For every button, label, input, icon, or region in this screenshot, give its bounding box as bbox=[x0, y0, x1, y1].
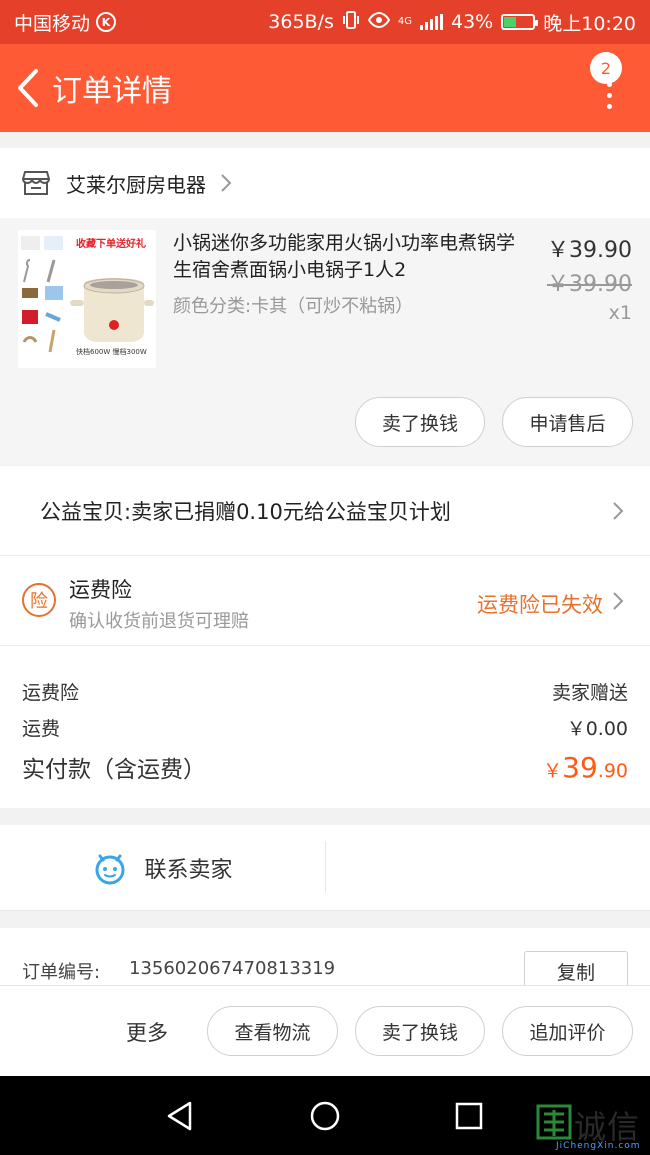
shop-name: 艾莱尔厨房电器 bbox=[66, 172, 206, 197]
contact-seller-button[interactable]: 联系卖家 bbox=[0, 825, 325, 911]
net-speed: 365B/s bbox=[268, 11, 334, 33]
fee-value: ￥0.00 bbox=[566, 718, 628, 740]
add-review-button[interactable]: 追加评价 bbox=[502, 1006, 633, 1056]
view-logistics-button[interactable]: 查看物流 bbox=[207, 1006, 338, 1056]
after-sales-button[interactable]: 申请售后 bbox=[502, 397, 633, 447]
chevron-right-icon bbox=[613, 592, 624, 610]
charity-row[interactable]: 公益宝贝:卖家已捐赠0.10元给公益宝贝计划 bbox=[0, 466, 650, 556]
fee-summary: 运费险 卖家赠送 运费 ￥0.00 实付款（含运费） ￥39.90 bbox=[0, 646, 650, 808]
watermark-url: JiChengXin.com bbox=[556, 1141, 641, 1151]
total-currency: ￥ bbox=[543, 760, 563, 782]
shop-row[interactable]: 艾莱尔厨房电器 bbox=[0, 148, 650, 218]
more-actions-button[interactable]: 更多 bbox=[126, 1017, 168, 1047]
clock: 晚上10:20 bbox=[543, 12, 636, 35]
divider bbox=[325, 841, 326, 893]
product-card[interactable]: 收藏下单送好礼 快档600W 慢档300W 小锅迷你多功能家用火锅小功率电煮锅学… bbox=[0, 218, 650, 465]
fee-label: 运费 bbox=[22, 718, 61, 740]
status-bar: 中国移动 K 365B/s 4G 43% 晚上10:20 bbox=[0, 0, 650, 44]
product-original-price: ￥39.90 bbox=[547, 272, 632, 297]
total-integer: 39 bbox=[562, 751, 598, 784]
fee-row-total: 实付款（含运费） ￥39.90 bbox=[22, 750, 628, 784]
total-amount: ￥39.90 bbox=[543, 751, 628, 784]
insurance-subtitle: 确认收货前退货可理赔 bbox=[69, 611, 249, 632]
chevron-right-icon bbox=[221, 174, 232, 192]
k-badge-icon: K bbox=[96, 12, 117, 32]
product-quantity: x1 bbox=[608, 302, 632, 324]
charity-text: 公益宝贝:卖家已捐赠0.10元给公益宝贝计划 bbox=[40, 499, 451, 524]
fee-row-shipping: 运费 ￥0.00 bbox=[22, 714, 628, 741]
square-recents-icon bbox=[455, 1102, 483, 1130]
fee-value: 卖家赠送 bbox=[551, 682, 628, 704]
carrier-name: 中国移动 bbox=[14, 12, 91, 35]
chat-face-icon bbox=[95, 854, 125, 885]
insurance-status: 运费险已失效 bbox=[477, 593, 603, 617]
bottom-action-bar: 更多 查看物流 卖了换钱 追加评价 bbox=[0, 985, 650, 1076]
battery-icon bbox=[501, 14, 539, 30]
vibrate-icon bbox=[342, 10, 360, 35]
triangle-back-icon bbox=[167, 1101, 192, 1131]
contact-seller-label: 联系卖家 bbox=[144, 858, 233, 883]
product-spec: 颜色分类:卡其（可炒不粘锅） bbox=[173, 296, 414, 317]
signal-icon bbox=[420, 14, 443, 30]
order-number-label: 订单编号: bbox=[22, 962, 101, 983]
promo-text: 收藏下单送好礼 bbox=[76, 237, 146, 250]
total-label: 实付款（含运费） bbox=[22, 757, 206, 783]
sell-for-cash-button-bottom[interactable]: 卖了换钱 bbox=[355, 1006, 485, 1056]
product-price: ￥39.90 bbox=[547, 238, 632, 263]
system-back-button[interactable] bbox=[160, 1096, 200, 1136]
notification-badge: 2 bbox=[590, 52, 622, 84]
power-text: 快档600W 慢档300W bbox=[76, 347, 147, 356]
network-type: 4G bbox=[397, 16, 412, 27]
back-button[interactable] bbox=[6, 58, 50, 118]
product-title[interactable]: 小锅迷你多功能家用火锅小功率电煮锅学生宿舍煮面锅小电锅子1人2 bbox=[173, 230, 525, 284]
circle-home-icon bbox=[310, 1101, 340, 1131]
store-icon bbox=[22, 171, 50, 195]
order-number: 135602067470813319 bbox=[129, 958, 336, 979]
sell-for-cash-button[interactable]: 卖了换钱 bbox=[355, 397, 485, 447]
order-info: 订单编号: 135602067470813319 复制 bbox=[0, 928, 650, 991]
watermark-logo-icon bbox=[536, 1104, 572, 1140]
fee-row-insurance: 运费险 卖家赠送 bbox=[22, 678, 628, 705]
system-recents-button[interactable] bbox=[449, 1096, 489, 1136]
eye-icon bbox=[367, 11, 391, 33]
insurance-icon: 险 bbox=[22, 583, 56, 617]
nav-bar: 订单详情 2 bbox=[0, 44, 650, 132]
product-image[interactable]: 收藏下单送好礼 快档600W 慢档300W bbox=[18, 230, 156, 368]
insurance-title: 运费险 bbox=[69, 578, 132, 602]
chevron-right-icon bbox=[613, 502, 624, 520]
fee-label: 运费险 bbox=[22, 682, 80, 704]
watermark: 诚信 JiChengXin.com bbox=[534, 1102, 646, 1151]
contact-section: 联系卖家 bbox=[0, 825, 650, 911]
total-decimal: .90 bbox=[597, 760, 628, 782]
system-home-button[interactable] bbox=[305, 1096, 345, 1136]
shipping-insurance-row[interactable]: 险 运费险 确认收货前退货可理赔 运费险已失效 bbox=[0, 556, 650, 646]
more-vertical-icon bbox=[607, 82, 612, 109]
chevron-left-icon bbox=[18, 69, 38, 107]
battery-percent: 43% bbox=[451, 11, 494, 33]
page-title: 订单详情 bbox=[52, 74, 172, 109]
more-menu-button[interactable]: 2 bbox=[590, 52, 630, 122]
